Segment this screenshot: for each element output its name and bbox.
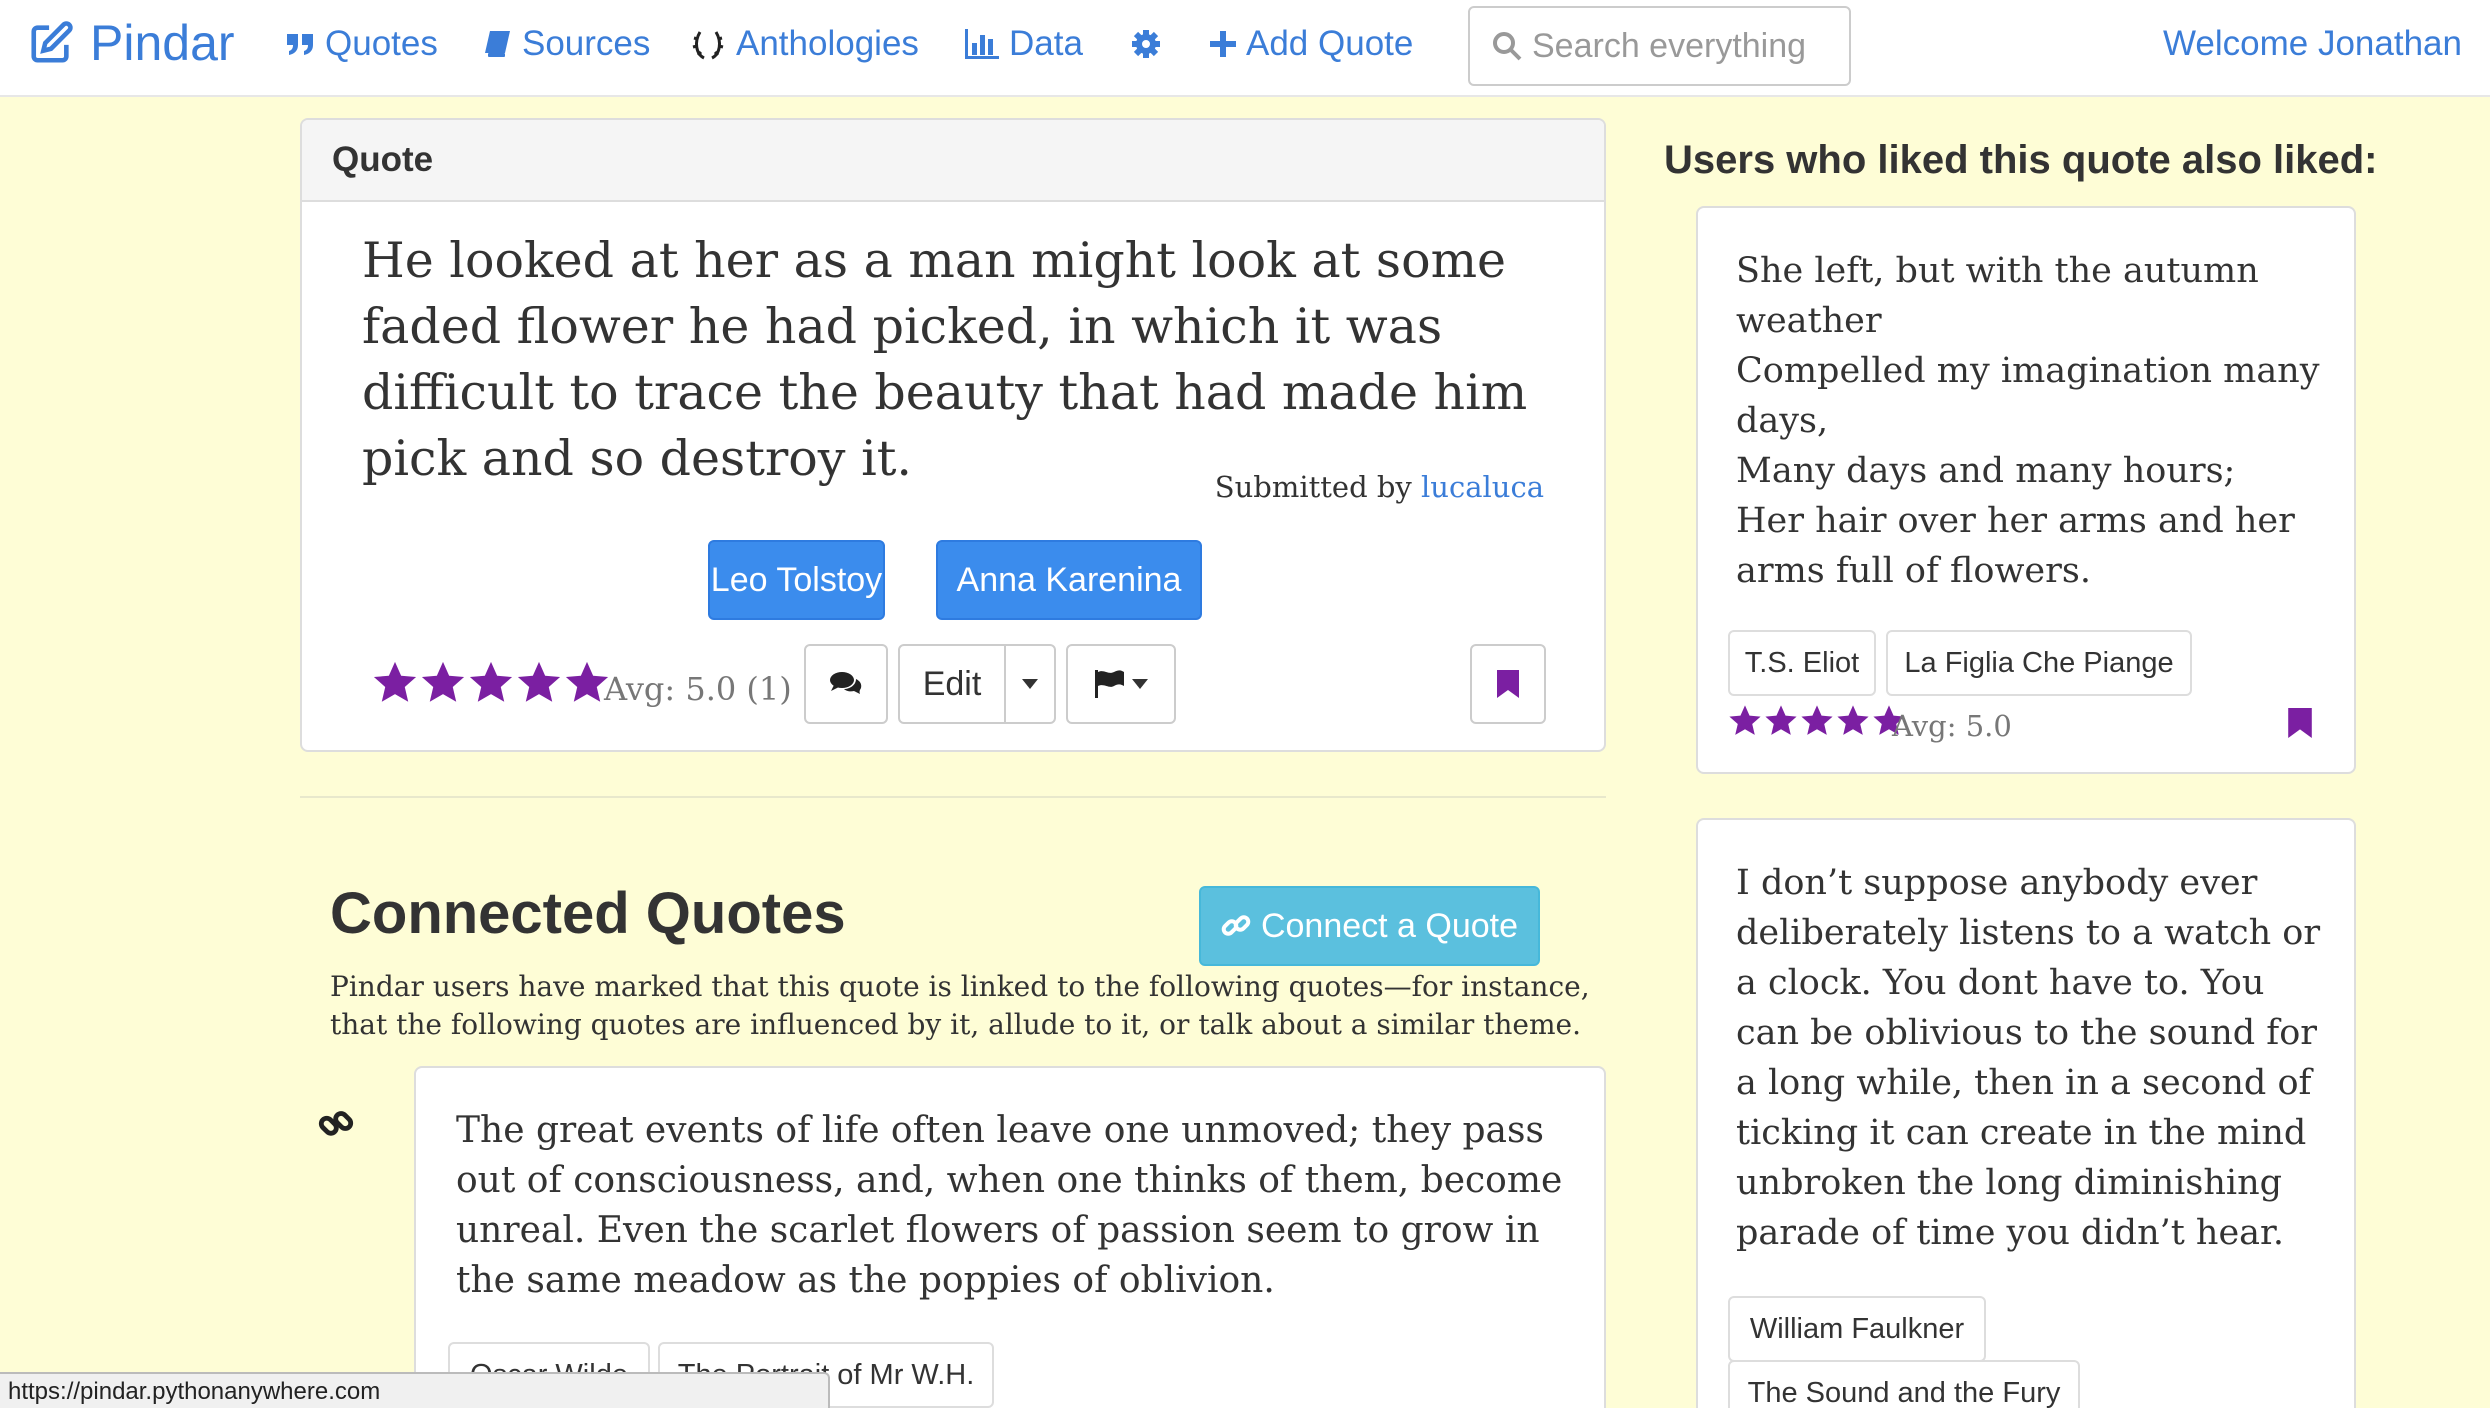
nav-quotes-label: Quotes [325, 24, 438, 63]
star-rating[interactable] [1728, 704, 1908, 738]
navbar: Pindar Quotes Sources Anthologies Data A… [0, 0, 2490, 97]
comments-button[interactable] [804, 644, 888, 724]
quote-text: He looked at her as a man might look at … [362, 232, 1528, 487]
star-icon[interactable] [1728, 704, 1762, 738]
star-icon[interactable] [1800, 704, 1834, 738]
search-box[interactable] [1468, 6, 1851, 86]
bookmark-icon[interactable] [2288, 708, 2312, 743]
edit-icon [31, 21, 73, 63]
caret-down-icon [1132, 679, 1148, 689]
bar-chart-icon [965, 29, 999, 59]
brand-link[interactable]: Pindar [28, 14, 235, 72]
star-icon[interactable] [1764, 704, 1798, 738]
section-divider [300, 796, 1606, 798]
connected-quotes-description: Pindar users have marked that this quote… [330, 970, 1590, 1041]
recommended-quote-text: She left, but with the autumn weather Co… [1736, 246, 2326, 596]
nav-settings[interactable] [1130, 22, 1172, 66]
connected-quotes-title: Connected Quotes [330, 881, 846, 946]
connected-quote-text: The great events of life often leave one… [456, 1110, 1563, 1301]
caret-down-icon [1022, 679, 1038, 689]
gear-icon [1132, 30, 1160, 58]
star-icon[interactable] [372, 660, 418, 706]
nav-add-quote-label: Add Quote [1246, 24, 1414, 63]
star-rating[interactable] [372, 660, 612, 706]
nav-sources[interactable]: Sources [482, 22, 650, 66]
recommended-quote-text: I don’t suppose anybody ever deliberatel… [1736, 863, 2321, 1253]
star-icon[interactable] [420, 660, 466, 706]
quote-panel: Quote He looked at her as a man might lo… [300, 118, 1606, 752]
laurel-icon [692, 31, 724, 60]
work-tag-button[interactable]: Anna Karenina [936, 540, 1202, 620]
flag-dropdown-button[interactable] [1066, 644, 1176, 724]
quote-icon [287, 34, 313, 55]
nav-quotes[interactable]: Quotes [285, 22, 438, 66]
bookmark-button[interactable] [1470, 644, 1546, 724]
star-icon[interactable] [1836, 704, 1870, 738]
quote-line: Compelled my imagination many days, [1736, 351, 2320, 441]
brand-label: Pindar [90, 15, 235, 71]
recommended-quote-card: She left, but with the autumn weather Co… [1696, 206, 2356, 774]
edit-dropdown-toggle[interactable] [1004, 644, 1056, 724]
status-bar-url: https://pindar.pythonanywhere.com [0, 1372, 830, 1408]
nav-add-quote[interactable]: Add Quote [1210, 22, 1413, 66]
comments-icon [830, 672, 862, 694]
nav-anthologies-label: Anthologies [736, 24, 919, 63]
connect-a-quote-label: Connect a Quote [1260, 906, 1519, 945]
quote-line: She left, but with the autumn weather [1736, 251, 2259, 341]
search-input[interactable] [1532, 26, 1842, 66]
submitted-by-label: Submitted by [1214, 470, 1412, 504]
flag-icon [1095, 670, 1124, 698]
nav-data[interactable]: Data [965, 22, 1083, 66]
star-icon[interactable] [516, 660, 562, 706]
quote-line: Many days and many hours; [1736, 451, 2236, 491]
welcome-user-link[interactable]: Welcome Jonathan [2163, 22, 2462, 66]
author-tag-button[interactable]: Leo Tolstoy [708, 540, 885, 620]
recommended-author-tag[interactable]: T.S. Eliot [1728, 630, 1876, 696]
link-icon [318, 1106, 354, 1147]
quote-line: Her hair over her arms and her arms full… [1736, 501, 2295, 591]
recommended-work-tag[interactable]: La Figlia Che Piange [1886, 630, 2192, 696]
book-icon [485, 31, 510, 57]
submitter-link[interactable]: lucaluca [1421, 470, 1544, 504]
average-rating: Avg: 5.0 [1892, 709, 2012, 743]
average-rating: Avg: 5.0 (1) [604, 670, 792, 708]
search-icon [1493, 32, 1522, 61]
link-icon [1221, 915, 1251, 936]
bookmark-icon [1497, 670, 1519, 698]
nav-anthologies[interactable]: Anthologies [690, 22, 919, 66]
recommended-author-tag[interactable]: William Faulkner [1728, 1296, 1986, 1362]
quote-panel-heading: Quote [302, 120, 1604, 202]
connect-a-quote-button[interactable]: Connect a Quote [1199, 886, 1540, 966]
submitted-by: Submitted by lucaluca [1215, 470, 1544, 504]
connected-quote-card: The great events of life often leave one… [414, 1066, 1606, 1408]
plus-icon [1210, 31, 1236, 57]
also-liked-title: Users who liked this quote also liked: [1664, 138, 2378, 182]
star-icon[interactable] [468, 660, 514, 706]
recommended-quote-card: I don’t suppose anybody ever deliberatel… [1696, 818, 2356, 1408]
nav-sources-label: Sources [522, 24, 651, 63]
recommended-work-tag[interactable]: The Sound and the Fury [1728, 1360, 2080, 1408]
edit-button[interactable]: Edit [898, 644, 1006, 724]
nav-data-label: Data [1009, 24, 1083, 63]
